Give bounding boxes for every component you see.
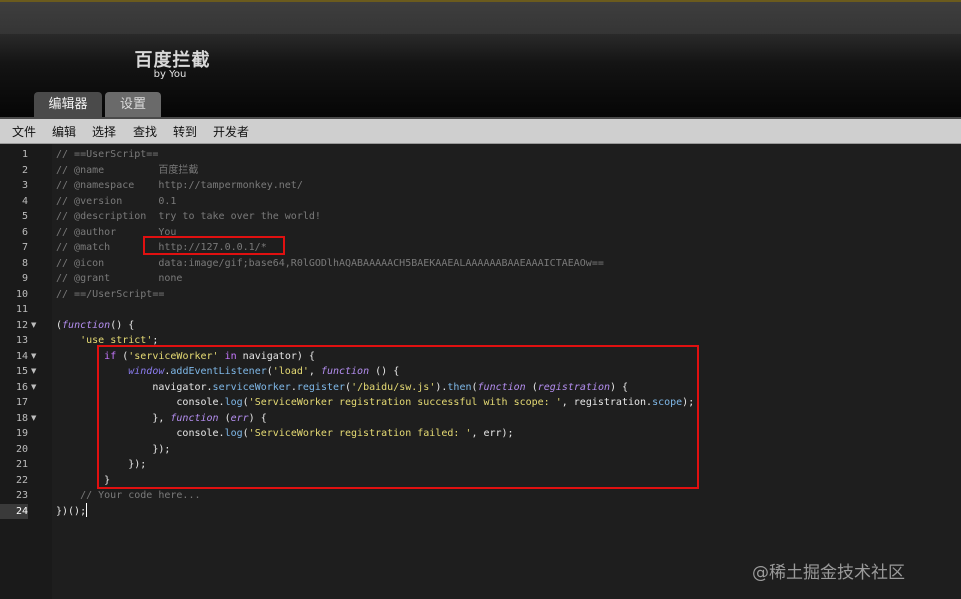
line-number: 4 — [21, 195, 28, 207]
line-number-gutter: 1 2 3 4 5 6 7 8 9 10 11 12 13 14 15 16 1… — [0, 144, 53, 599]
code-line: // @version 0.1 — [56, 195, 177, 207]
code-line: // Your code here... — [56, 490, 201, 501]
code-line: if ('serviceWorker' in navigator) { — [104, 350, 315, 362]
code-line: console.log('ServiceWorker registration … — [56, 428, 514, 439]
line-number: 8 — [21, 257, 28, 269]
menu-find[interactable]: 查找 — [133, 123, 157, 140]
tab-settings[interactable]: 设置 — [105, 92, 161, 118]
code-line: window.addEventListener('load', function… — [128, 366, 400, 377]
code-line: } — [56, 474, 111, 486]
code-line: console.log('ServiceWorker registration … — [56, 397, 695, 408]
code-line: // @description try to take over the wor… — [56, 211, 321, 222]
code-line: // ==/UserScript== — [56, 288, 165, 300]
line-number: 23 — [15, 490, 28, 501]
code-line: navigator.serviceWorker.register('/baidu… — [56, 381, 629, 393]
triangle-down-icon[interactable]: ▼ — [31, 349, 36, 365]
line-number: 1 — [21, 149, 28, 160]
line-number: 21 — [15, 459, 28, 470]
line-number: 6 — [21, 226, 28, 238]
line-number: 10 — [15, 288, 28, 300]
code-line: })(); — [56, 505, 87, 517]
line-number: 19 — [15, 428, 28, 439]
editor-menubar: 文件 编辑 选择 查找 转到 开发者 — [0, 119, 961, 144]
code-line: // @grant none — [56, 273, 183, 284]
code-line: // @namespace http://tampermonkey.net/ — [56, 180, 303, 191]
line-number: 15 — [15, 366, 28, 377]
line-number: 3 — [21, 180, 28, 191]
line-number: 17 — [15, 397, 28, 408]
code-line: // @match http://127.0.0.1/* — [56, 242, 267, 253]
watermark: @稀土掘金技术社区 — [752, 563, 905, 583]
code-line: // ==UserScript== — [56, 149, 159, 160]
line-number: 22 — [15, 474, 28, 486]
triangle-down-icon[interactable]: ▼ — [31, 380, 36, 396]
line-number: 11 — [15, 304, 28, 315]
line-number: 18 — [15, 412, 28, 424]
code-line: 'use strict'; — [80, 335, 159, 346]
line-number: 2 — [21, 164, 28, 176]
line-number: 5 — [21, 211, 28, 222]
code-line: // @name 百度拦截 — [56, 164, 199, 176]
code-line: }); — [56, 459, 147, 470]
code-editor[interactable]: // ==UserScript== // @name 百度拦截 // @name… — [52, 144, 961, 599]
code-line: }, function (err) { — [56, 412, 267, 424]
line-number-current: 24 — [0, 503, 28, 519]
line-number: 9 — [21, 273, 28, 284]
text-cursor — [86, 503, 87, 517]
line-number: 14 — [15, 350, 28, 362]
line-number: 7 — [21, 242, 28, 253]
triangle-down-icon[interactable]: ▼ — [31, 318, 36, 334]
line-number: 20 — [15, 443, 28, 455]
browser-top-bar — [0, 0, 961, 34]
script-author: by You — [153, 69, 187, 80]
script-header: 百度拦截 by You 编辑器 设置 — [0, 34, 961, 118]
menu-developer[interactable]: 开发者 — [213, 123, 249, 140]
menu-goto[interactable]: 转到 — [173, 123, 197, 140]
code-line: // @author You — [56, 226, 177, 238]
menu-edit[interactable]: 编辑 — [52, 123, 76, 140]
line-number: 13 — [15, 335, 28, 346]
tab-editor[interactable]: 编辑器 — [34, 92, 102, 118]
code-line: // @icon data:image/gif;base64,R0lGODlhA… — [56, 257, 604, 269]
code-line: }); — [56, 443, 171, 455]
menu-select[interactable]: 选择 — [92, 123, 116, 140]
line-number: 12 — [15, 319, 28, 331]
menu-file[interactable]: 文件 — [12, 123, 36, 140]
code-line: (function() { — [56, 319, 135, 331]
triangle-down-icon[interactable]: ▼ — [31, 411, 36, 427]
triangle-down-icon[interactable]: ▼ — [31, 364, 36, 380]
line-number: 16 — [15, 381, 28, 393]
